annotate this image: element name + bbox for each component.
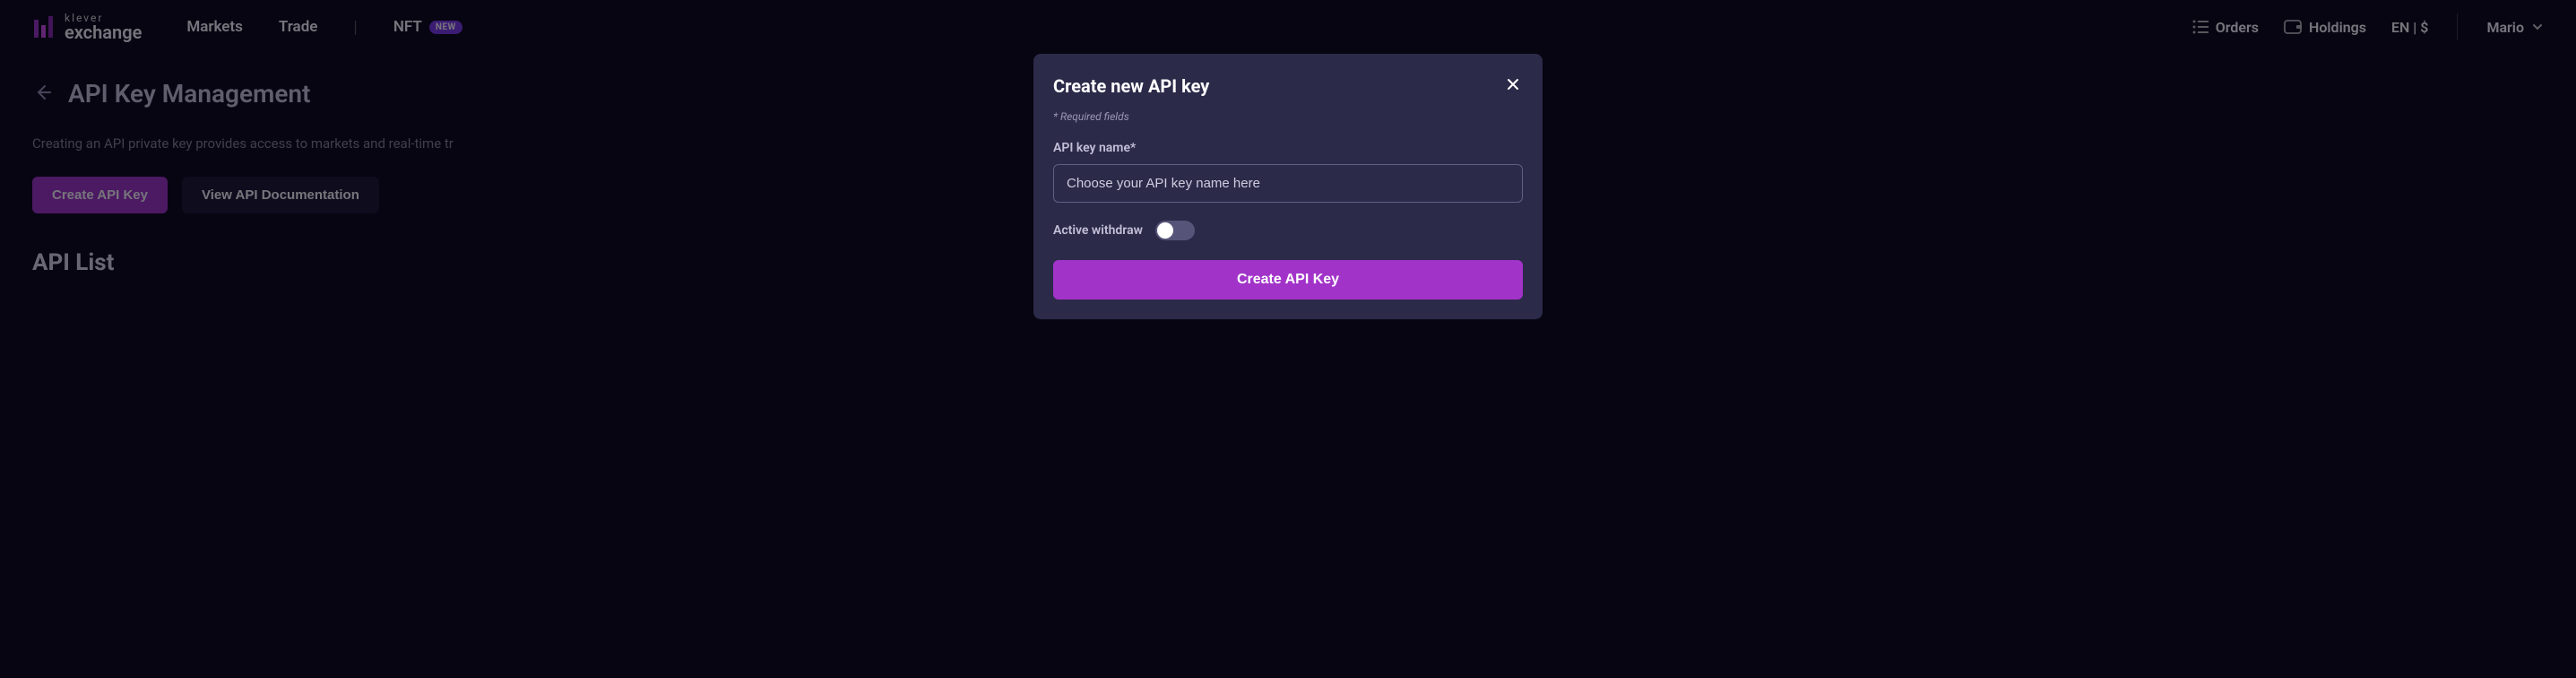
modal-title: Create new API key [1053, 75, 1209, 97]
api-key-name-input[interactable] [1053, 164, 1523, 203]
toggle-knob [1157, 222, 1173, 239]
close-icon[interactable] [1503, 74, 1523, 98]
required-fields-hint: * Required fields [1053, 110, 1523, 123]
modal-overlay: Create new API key * Required fields API… [0, 0, 2576, 678]
active-withdraw-row: Active withdraw [1053, 221, 1523, 240]
create-api-key-modal: Create new API key * Required fields API… [1033, 54, 1543, 319]
active-withdraw-toggle[interactable] [1155, 221, 1195, 240]
modal-header: Create new API key [1053, 74, 1523, 98]
api-key-name-label: API key name* [1053, 141, 1523, 155]
active-withdraw-label: Active withdraw [1053, 223, 1143, 238]
modal-create-button[interactable]: Create API Key [1053, 260, 1523, 300]
